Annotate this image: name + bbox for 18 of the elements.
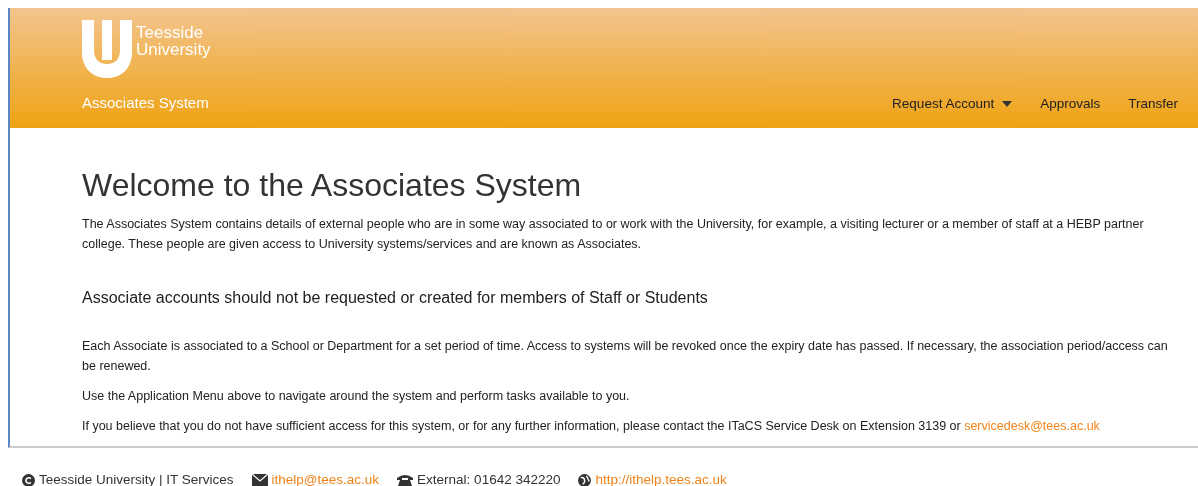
envelope-icon [251, 474, 268, 486]
caret-icon [1002, 100, 1013, 107]
paragraph: Use the Application Menu above to navigate around the system and perform tasks available to you. [82, 388, 631, 406]
paragraph: If you believe that you do not have sufficient access for this system, or for any further information, please contact the ITaCS Service Desk on Extension 3139 or servicedesk@tees.ac.uk [82, 418, 1101, 436]
logo-text: Teesside University [136, 24, 211, 58]
paragraph: Each Associate is associated to a School or Department for a set period of time. Access to systems will be revoked once the expiry date has passed. If necessary, the association period/access can be renewed. [82, 338, 1169, 376]
nav-link[interactable]: Transfer [1128, 93, 1178, 114]
footer-text: Teesside University | IT Services [39, 471, 234, 486]
nav-link[interactable]: Approvals [1040, 93, 1101, 114]
intro-paragraph: The Associates System contains details of external people who are in some way associated to or work with the University, for example, a visiting lecturer or a member of staff at a HEBP partner college. These people are given access to University systems/services and are known as Associates. [82, 216, 1145, 254]
phone-icon [397, 474, 414, 486]
copyright-icon [22, 473, 35, 486]
system-name: Associates System [82, 93, 210, 113]
page-title: Welcome to the Associates System [82, 166, 583, 205]
logo-icon [82, 20, 132, 78]
footer-text: External: 01642 342220 [417, 471, 561, 486]
nav-link[interactable]: Request Account [892, 93, 1013, 114]
notice-heading: Associate accounts should not be requested or created for members of Staff or Students [82, 288, 709, 309]
